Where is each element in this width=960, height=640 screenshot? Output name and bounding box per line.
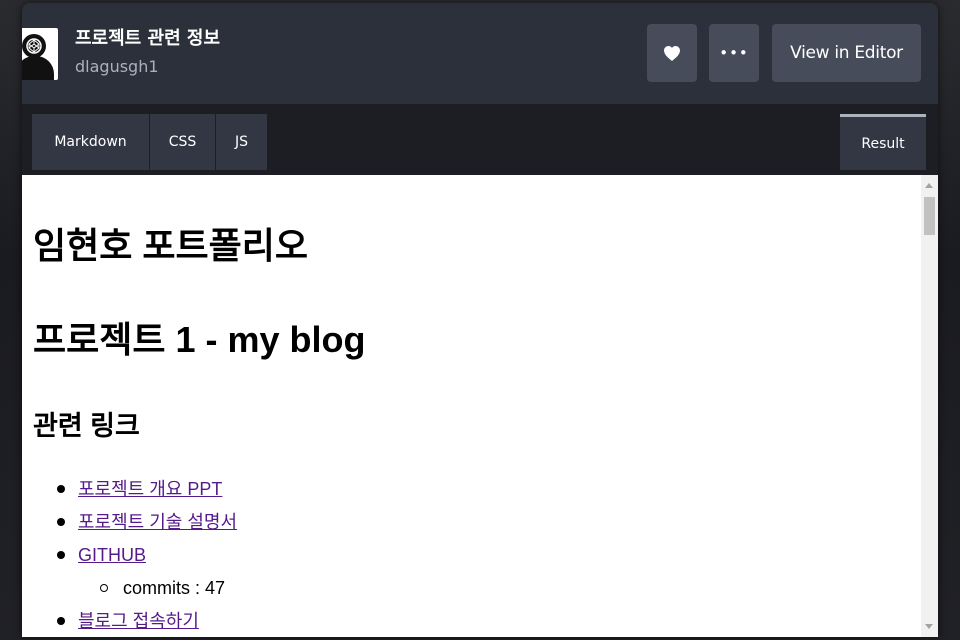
related-links-heading: 관련 링크 [33,411,140,441]
more-dots-icon: ••• [719,44,749,62]
project-title[interactable]: 프로젝트 관련 정보 [75,24,220,50]
tab-js[interactable]: JS [216,114,267,170]
author-name[interactable]: dlagusgh1 [75,57,159,76]
more-options-button[interactable]: ••• [709,24,759,82]
codepen-embed: 프로젝트 관련 정보 dlagusgh1 ••• View in Editor … [22,3,938,637]
tech-doc-link[interactable]: 포로젝트 기술 설명서 [78,512,237,532]
result-pane: 임현호 포트폴리오 프로젝트 1 - my blog 관련 링크 포로젝트 개요… [22,175,938,637]
links-list: 포로젝트 개요 PPT 포로젝트 기술 설명서 GITHUB commits :… [56,473,237,637]
vertical-scrollbar[interactable] [921,175,938,637]
ppt-link[interactable]: 포로젝트 개요 PPT [78,479,222,499]
github-link[interactable]: GITHUB [78,545,146,565]
heart-button[interactable] [647,24,697,82]
list-item: GITHUB [56,539,237,572]
blog-link[interactable]: 블로그 접속하기 [78,611,199,631]
heart-icon [664,45,680,61]
embed-header: 프로젝트 관련 정보 dlagusgh1 ••• View in Editor [22,3,938,104]
tab-bar: Markdown CSS JS Result [22,104,938,174]
view-in-editor-button[interactable]: View in Editor [772,24,921,82]
tab-css[interactable]: CSS [150,114,215,170]
project-heading: 프로젝트 1 - my blog [33,319,366,360]
tab-result[interactable]: Result [840,114,926,170]
user-avatar-icon[interactable] [22,28,58,80]
github-commits-text: commits : 47 [78,572,237,605]
list-item: 블로그 접속하기 [56,605,237,637]
tab-markdown[interactable]: Markdown [32,114,149,170]
scroll-up-arrow-icon[interactable] [925,183,933,188]
scroll-down-arrow-icon[interactable] [925,624,933,629]
list-item: 포로젝트 개요 PPT [56,473,237,506]
scroll-thumb[interactable] [924,197,935,235]
list-item: 포로젝트 기술 설명서 [56,506,237,539]
portfolio-heading: 임현호 포트폴리오 [33,225,308,266]
